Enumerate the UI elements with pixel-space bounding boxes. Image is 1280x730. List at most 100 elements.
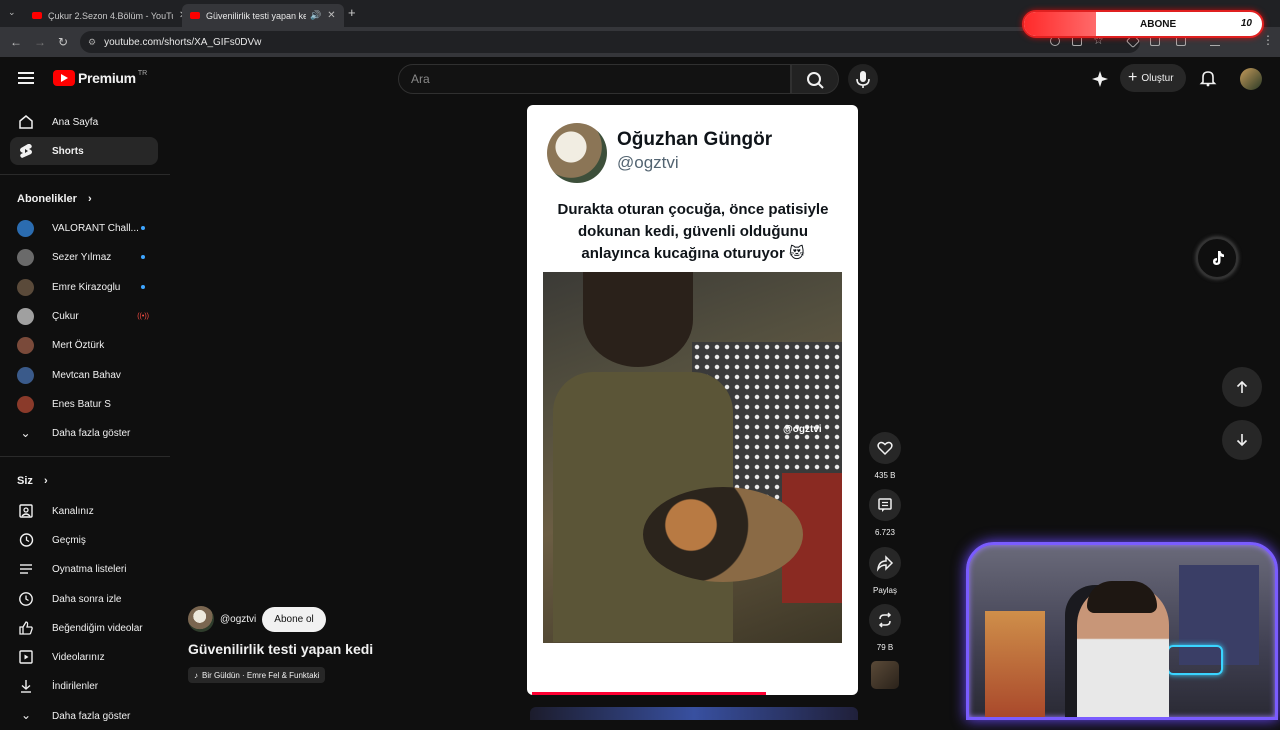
sidebar-item-watch-later[interactable]: Daha sonra izle <box>10 585 158 613</box>
sidebar: Ana Sayfa Shorts Abonelikler › VALORANT … <box>0 101 170 722</box>
subscription-item[interactable]: Çukur ((•)) <box>17 305 157 327</box>
show-more-subscriptions[interactable]: ⌄ Daha fazla göster <box>17 422 157 444</box>
next-short-preview[interactable] <box>530 707 858 720</box>
sidebar-item-downloads[interactable]: İndirilenler <box>10 672 158 700</box>
audio-playing-icon[interactable]: 🔊 <box>310 10 321 21</box>
home-icon <box>19 115 33 129</box>
account-avatar[interactable] <box>1240 68 1262 90</box>
youtube-favicon-icon <box>190 12 200 19</box>
notifications-bell-icon[interactable] <box>1199 69 1217 87</box>
sidebar-item-home[interactable]: Ana Sayfa <box>10 108 158 136</box>
history-icon <box>19 533 34 547</box>
channel-avatar <box>17 219 34 237</box>
cat-figure <box>643 487 803 582</box>
subscriptions-heading[interactable]: Abonelikler › <box>17 193 92 205</box>
tweet-author-avatar <box>547 123 607 183</box>
new-tab-icon[interactable]: + <box>348 5 356 20</box>
comments-button[interactable] <box>869 489 901 521</box>
sidebar-item-your-channel[interactable]: Kanalınız <box>10 497 158 525</box>
subscription-item[interactable]: VALORANT Chall... <box>17 217 157 239</box>
subscription-item[interactable]: Mert Öztürk <box>17 334 157 356</box>
boy-head <box>583 272 693 367</box>
search-input[interactable]: Ara <box>398 64 791 94</box>
browser-tab-shorts[interactable]: Güvenilirlik testi yapan kedi 🔊 ✕ <box>182 4 344 27</box>
reload-icon[interactable]: ↻ <box>58 35 68 49</box>
youtube-logo[interactable]: Premium TR <box>53 70 147 86</box>
youtube-play-icon <box>53 70 75 86</box>
search-button[interactable] <box>791 64 839 94</box>
shorts-icon <box>20 144 32 158</box>
subscription-item[interactable]: Mevtcan Bahav <box>17 364 157 386</box>
create-button[interactable]: + Oluştur <box>1120 64 1186 92</box>
sidebar-item-show-more[interactable]: ⌄ Daha fazla göster <box>10 702 158 730</box>
sidebar-item-your-videos[interactable]: Videolarınız <box>10 643 158 671</box>
subscription-label: Mevtcan Bahav <box>52 369 121 381</box>
like-action[interactable]: 435 B <box>869 432 901 480</box>
sound-link[interactable]: ♪ Bir Güldün · Emre Fel & Funktaki <box>188 667 326 683</box>
short-channel-row: @ogztvi Abone ol <box>188 606 326 632</box>
channel-avatar[interactable] <box>188 606 214 632</box>
creator-sparkle-icon[interactable] <box>1091 70 1109 88</box>
browser-tab-title: Güvenilirlik testi yapan kedi <box>206 10 306 21</box>
you-heading[interactable]: Siz › <box>17 475 48 487</box>
chevron-right-icon: › <box>43 475 48 487</box>
subscription-label: Sezer Yılmaz <box>52 251 112 263</box>
search-placeholder: Ara <box>411 72 430 86</box>
channel-handle[interactable]: @ogztvi <box>220 614 256 625</box>
back-arrow-icon[interactable]: ← <box>10 35 22 49</box>
address-bar[interactable]: ⚙ youtube.com/shorts/XA_GIFs0DVw <box>80 31 1140 53</box>
channel-avatar <box>17 366 34 384</box>
site-info-icon[interactable]: ⚙ <box>88 37 96 48</box>
shorts-video-player[interactable]: Oğuzhan Güngör @ogztvi Durakta oturan ço… <box>527 105 858 695</box>
chevron-down-icon: ⌄ <box>20 426 31 440</box>
next-short-button[interactable] <box>1222 420 1262 460</box>
arrow-up-icon <box>1236 380 1248 393</box>
forward-arrow-icon[interactable]: → <box>34 35 46 49</box>
tiktok-logo-icon <box>1196 237 1238 279</box>
tweet-author-handle: @ogztvi <box>617 153 679 172</box>
video-frame: @ogztvi <box>543 272 842 643</box>
new-content-dot <box>141 285 145 289</box>
banner-accent <box>1024 12 1096 36</box>
browser-menu-icon[interactable]: ⋮ <box>1262 33 1274 47</box>
subscription-label: Enes Batur S <box>52 398 111 410</box>
menu-icon[interactable] <box>18 72 34 84</box>
logo-text: Premium <box>78 70 136 86</box>
subscription-item[interactable]: Sezer Yılmaz <box>17 246 157 268</box>
tab-list-chevron-icon[interactable]: ⌄ <box>8 7 16 18</box>
share-action[interactable]: Paylaş <box>869 547 901 595</box>
sound-thumbnail[interactable] <box>871 661 899 689</box>
subscribe-button[interactable]: Abone ol <box>262 606 326 632</box>
sidebar-divider <box>0 456 170 457</box>
channel-icon <box>19 504 33 518</box>
sidebar-item-playlists[interactable]: Oynatma listeleri <box>10 555 158 583</box>
comment-action[interactable]: 6.723 <box>869 489 901 537</box>
remix-button[interactable] <box>869 604 901 636</box>
remix-action[interactable]: 79 B <box>869 604 901 652</box>
new-content-dot <box>141 255 145 259</box>
video-watermark: @ogztvi <box>783 424 822 435</box>
sidebar-item-history[interactable]: Geçmiş <box>10 526 158 554</box>
like-button[interactable] <box>869 432 901 464</box>
channel-avatar <box>17 248 34 266</box>
banner-count: 10 <box>1240 18 1252 29</box>
browser-tab-cukur[interactable]: Çukur 2.Sezon 4.Bölüm - YouTube ✕ <box>24 4 195 27</box>
previous-short-button[interactable] <box>1222 367 1262 407</box>
close-tab-icon[interactable]: ✕ <box>327 10 335 21</box>
share-button[interactable] <box>869 547 901 579</box>
webcam-overlay <box>966 542 1278 720</box>
sidebar-item-shorts[interactable]: Shorts <box>10 137 158 165</box>
sidebar-divider <box>0 174 170 175</box>
subscription-label: VALORANT Chall... <box>52 222 139 234</box>
subscription-item[interactable]: Emre Kirazoglu <box>17 276 157 298</box>
sidebar-item-liked-videos[interactable]: Beğendiğim videolar <box>10 614 158 642</box>
share-arrow-icon <box>876 555 894 572</box>
subscription-item[interactable]: Enes Batur S <box>17 393 157 415</box>
short-title[interactable]: Güvenilirlik testi yapan kedi <box>188 641 373 657</box>
remix-count: 79 B <box>876 643 894 652</box>
voice-search-button[interactable] <box>848 64 878 94</box>
browser-tab-title: Çukur 2.Sezon 4.Bölüm - YouTube <box>48 10 173 21</box>
remix-icon <box>878 612 892 628</box>
subscription-label: Emre Kirazoglu <box>52 281 121 293</box>
playback-progress-bar[interactable] <box>532 692 766 695</box>
